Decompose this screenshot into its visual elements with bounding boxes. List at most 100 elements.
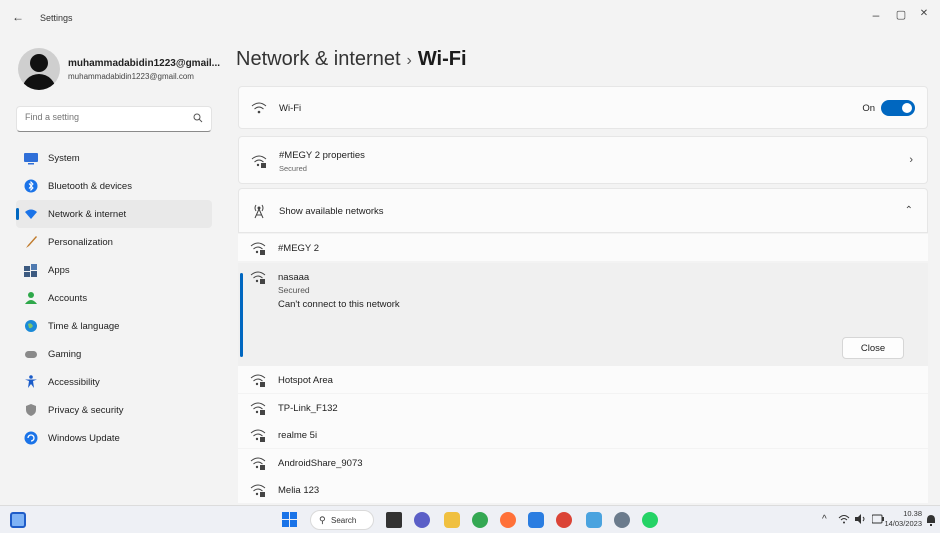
sidebar-item-network[interactable]: Network & internet bbox=[16, 200, 212, 228]
breadcrumb-current: Wi-Fi bbox=[417, 48, 467, 70]
network-item-connected[interactable]: #MEGY 2 bbox=[238, 234, 928, 261]
wifi-secured-icon bbox=[250, 482, 266, 503]
profile-email: muhammadabidin1223@gmail.com bbox=[68, 72, 194, 81]
sidebar-item-label: Time & language bbox=[48, 321, 120, 332]
sidebar-item-time-language[interactable]: Time & language bbox=[16, 312, 212, 340]
network-name: realme 5i bbox=[278, 430, 318, 441]
network-item[interactable]: AndroidShare_9073 bbox=[238, 449, 928, 476]
minimize-button[interactable]: – bbox=[866, 8, 886, 22]
shield-icon bbox=[24, 403, 38, 417]
title-bar: ← Settings – ▢ ✕ bbox=[0, 0, 940, 38]
folder-icon[interactable] bbox=[444, 512, 460, 528]
start-windows-icon[interactable] bbox=[282, 512, 298, 528]
breadcrumb-separator: › bbox=[406, 52, 412, 69]
tray-overflow-chevron-icon[interactable]: ^ bbox=[822, 514, 827, 525]
sidebar-item-personalization[interactable]: Personalization bbox=[16, 228, 212, 256]
photos-icon[interactable] bbox=[586, 512, 602, 528]
chevron-right-icon: › bbox=[909, 154, 913, 166]
notification-bell-icon[interactable] bbox=[926, 514, 936, 529]
wifi-toggle-card: Wi-Fi On bbox=[238, 86, 928, 129]
window-title: Settings bbox=[40, 13, 73, 23]
network-item[interactable]: realme 5i bbox=[238, 421, 928, 448]
store-icon[interactable] bbox=[528, 512, 544, 528]
selection-indicator bbox=[240, 273, 243, 357]
taskbar: ⚲ Search ^ 10.38 14/03/2023 bbox=[0, 505, 940, 533]
wifi-secured-icon bbox=[250, 372, 266, 393]
properties-label: #MEGY 2 properties bbox=[279, 150, 365, 161]
network-item[interactable]: Hotspot Area bbox=[238, 366, 928, 393]
wifi-secured-icon bbox=[250, 269, 266, 290]
network-name: Hotspot Area bbox=[278, 375, 333, 386]
network-properties-card[interactable]: #MEGY 2 properties Secured › bbox=[238, 136, 928, 184]
wifi-icon bbox=[251, 101, 267, 120]
chrome-icon[interactable] bbox=[472, 512, 488, 528]
apps-icon bbox=[24, 263, 38, 277]
close-window-button[interactable]: ✕ bbox=[914, 8, 934, 19]
firefox-icon[interactable] bbox=[500, 512, 516, 528]
wifi-toggle-switch[interactable] bbox=[881, 100, 915, 116]
antenna-icon bbox=[251, 203, 267, 224]
network-item[interactable]: Melia 123 bbox=[238, 476, 928, 503]
network-security: Secured bbox=[278, 285, 310, 295]
sidebar-item-system[interactable]: System bbox=[16, 144, 212, 172]
sidebar-item-privacy[interactable]: Privacy & security bbox=[16, 396, 212, 424]
wifi-network-icon bbox=[24, 207, 38, 221]
sidebar-item-accessibility[interactable]: Accessibility bbox=[16, 368, 212, 396]
properties-sub: Secured bbox=[279, 164, 307, 173]
accessibility-icon bbox=[24, 375, 38, 389]
avatar bbox=[18, 48, 60, 90]
maximize-button[interactable]: ▢ bbox=[891, 8, 911, 21]
tray-volume-icon[interactable] bbox=[854, 514, 866, 527]
network-name: nasaaa bbox=[278, 272, 310, 283]
network-item-selected[interactable]: nasaaa Secured Can't connect to this net… bbox=[238, 263, 928, 367]
sidebar-item-apps[interactable]: Apps bbox=[16, 256, 212, 284]
wifi-secured-icon bbox=[250, 455, 266, 476]
find-setting-search[interactable] bbox=[16, 106, 212, 132]
wifi-secured-icon bbox=[250, 240, 266, 261]
search-input[interactable] bbox=[25, 112, 185, 122]
sidebar-item-label: System bbox=[48, 153, 80, 164]
gamepad-icon bbox=[24, 347, 38, 361]
bluetooth-icon bbox=[24, 179, 38, 193]
user-profile[interactable]: muhammadabidin1223@gmail... muhammadabid… bbox=[18, 48, 220, 92]
sidebar-item-label: Gaming bbox=[48, 349, 82, 360]
wifi-secured-icon bbox=[250, 400, 266, 421]
widgets-icon[interactable] bbox=[10, 512, 26, 528]
sidebar-item-label: Windows Update bbox=[48, 433, 120, 444]
teams-chat-icon[interactable] bbox=[414, 512, 430, 528]
chrome-alt-icon[interactable] bbox=[556, 512, 572, 528]
taskbar-search-button[interactable]: ⚲ Search bbox=[310, 510, 374, 530]
chevron-up-icon[interactable]: ⌃ bbox=[905, 205, 913, 216]
sidebar-item-bluetooth[interactable]: Bluetooth & devices bbox=[16, 172, 212, 200]
clock-date: 14/03/2023 bbox=[884, 519, 922, 528]
clock-time: 10.38 bbox=[903, 509, 922, 518]
tray-battery-icon[interactable] bbox=[871, 514, 884, 527]
system-monitor-icon bbox=[24, 151, 38, 165]
active-indicator bbox=[16, 208, 19, 220]
available-networks-label: Show available networks bbox=[279, 206, 384, 217]
sidebar-item-label: Apps bbox=[48, 265, 70, 276]
tray-wifi-icon[interactable] bbox=[838, 514, 850, 527]
sidebar-item-gaming[interactable]: Gaming bbox=[16, 340, 212, 368]
network-name: TP-Link_F132 bbox=[278, 403, 338, 414]
sidebar-item-windows-update[interactable]: Windows Update bbox=[16, 424, 212, 452]
network-item[interactable]: TP-Link_F132 bbox=[238, 394, 928, 421]
sidebar-item-label: Accounts bbox=[48, 293, 88, 304]
connection-error-message: Can't connect to this network bbox=[278, 299, 400, 310]
sidebar-item-label: Accessibility bbox=[48, 377, 100, 388]
settings-gear-icon[interactable] bbox=[614, 512, 630, 528]
globe-clock-icon bbox=[24, 319, 38, 333]
available-networks-header[interactable]: Show available networks ⌃ bbox=[238, 188, 928, 233]
sidebar-item-label: Personalization bbox=[48, 237, 113, 248]
sidebar-item-accounts[interactable]: Accounts bbox=[16, 284, 212, 312]
file-explorer-icon[interactable] bbox=[386, 512, 402, 528]
back-arrow-icon[interactable]: ← bbox=[12, 10, 24, 24]
wifi-toggle-state: On bbox=[862, 103, 875, 114]
wifi-secured-icon bbox=[250, 427, 266, 448]
whatsapp-icon[interactable] bbox=[642, 512, 658, 528]
close-button[interactable]: Close bbox=[842, 337, 904, 359]
search-icon bbox=[193, 113, 203, 125]
taskbar-clock[interactable]: 10.38 14/03/2023 bbox=[884, 509, 922, 529]
page-title: Network & internet › Wi-Fi bbox=[236, 48, 467, 71]
breadcrumb-network[interactable]: Network & internet bbox=[236, 48, 401, 70]
